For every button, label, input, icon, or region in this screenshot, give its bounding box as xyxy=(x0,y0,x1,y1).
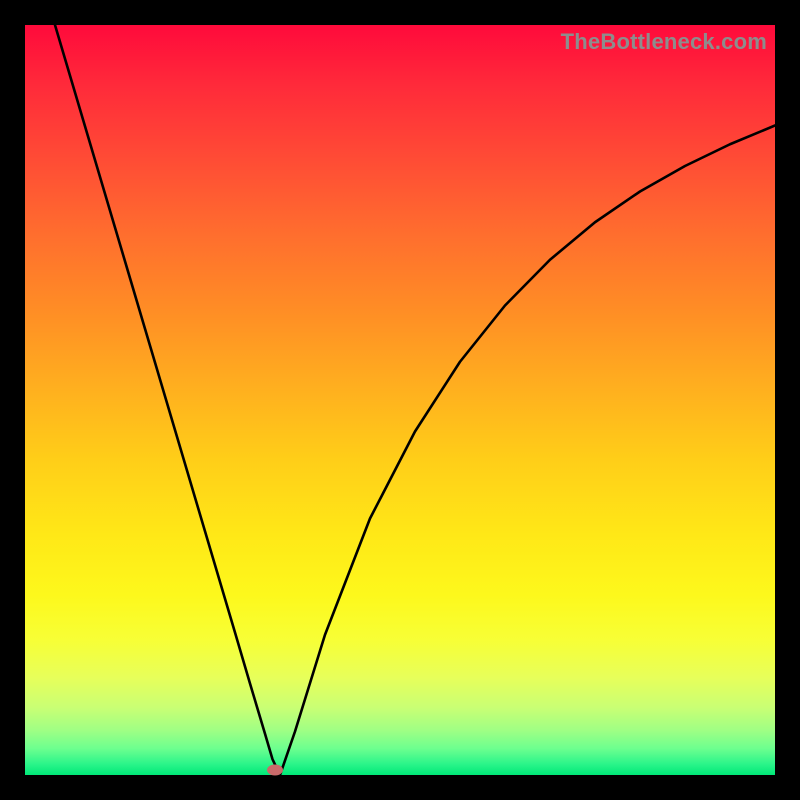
plot-area: TheBottleneck.com xyxy=(25,25,775,775)
optimal-point-marker xyxy=(267,764,283,775)
bottleneck-curve xyxy=(55,25,775,775)
curve-svg xyxy=(25,25,775,775)
chart-frame: TheBottleneck.com xyxy=(0,0,800,800)
